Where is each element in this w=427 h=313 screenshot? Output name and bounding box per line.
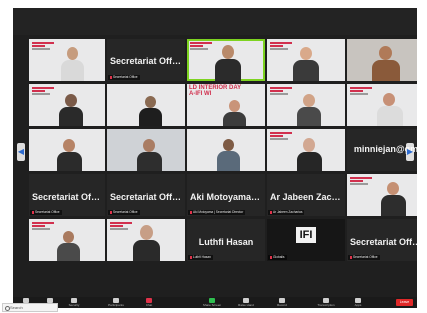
participant-tile[interactable]: Aki Motoyama |... Aki Motoyama | Secreta… <box>187 174 265 216</box>
event-logo <box>190 42 212 52</box>
event-logo <box>32 87 54 97</box>
participant-label: Globalis <box>268 255 287 260</box>
mic-muted-icon <box>110 75 112 79</box>
participant-tile[interactable] <box>347 174 417 216</box>
participant-tile[interactable] <box>107 84 185 126</box>
participant-tile[interactable] <box>267 39 345 81</box>
mic-muted-icon <box>32 210 34 214</box>
taskbar-search[interactable]: Search <box>2 303 58 312</box>
participant-tile[interactable]: Luthfi Hasan Luthfi Hasan <box>187 219 265 261</box>
event-banner: LD INTERIOR DAY A-IFI WI <box>189 85 242 97</box>
participant-name: Ar Jabeen Zach... <box>270 192 345 202</box>
participant-label: Secretariat Office <box>348 255 380 260</box>
event-logo <box>270 87 292 97</box>
participant-tile[interactable]: IFI Globalis <box>267 219 345 261</box>
participant-tile[interactable] <box>187 129 265 171</box>
participant-tile[interactable]: Secretariat Office Secretariat Office <box>29 174 105 216</box>
raise-hand-button[interactable]: Raise Hand <box>235 297 257 308</box>
event-logo <box>32 222 54 232</box>
search-icon <box>5 306 10 311</box>
share-screen-button[interactable]: Share Screen <box>201 297 223 308</box>
next-page-button[interactable]: ▶ <box>406 143 414 161</box>
participant-name: Secretariat Office <box>350 237 417 247</box>
ifi-logo: IFI <box>296 227 316 243</box>
participant-tile[interactable]: Secretariat Office Secretariat Office <box>107 174 185 216</box>
participant-tile[interactable] <box>347 84 417 126</box>
participant-tile-active-speaker[interactable] <box>187 39 265 81</box>
participant-label: Aki Motoyama | Secretariat Director <box>188 210 246 215</box>
participant-label: Secretariat Office <box>108 75 140 80</box>
event-logo <box>350 177 372 187</box>
participant-name: Secretariat Office <box>110 56 185 66</box>
participant-tile[interactable] <box>107 219 185 261</box>
mic-muted-icon <box>190 255 192 259</box>
mic-muted-icon <box>270 210 272 214</box>
participant-label: Ar Jabeen Zacharias <box>268 210 305 215</box>
participant-tile[interactable] <box>267 84 345 126</box>
participant-label: Secretariat Office <box>108 210 140 215</box>
participant-tile[interactable] <box>29 219 105 261</box>
security-button[interactable]: Security <box>63 297 85 308</box>
participant-name: Luthfi Hasan <box>198 237 254 247</box>
mic-muted-icon <box>190 210 192 214</box>
participant-name: Secretariat Office <box>110 192 185 202</box>
participant-tile[interactable]: Ar Jabeen Zach... Ar Jabeen Zacharias <box>267 174 345 216</box>
meeting-toolbar: Mute Start Video Security Participants C… <box>13 297 417 308</box>
event-logo <box>110 222 132 232</box>
participant-tile[interactable] <box>29 84 105 126</box>
gallery-view: Secretariat Office Secretariat Office LD… <box>13 8 417 308</box>
zoom-meeting-window: Secretariat Office Secretariat Office LD… <box>13 8 417 308</box>
chat-button[interactable]: Chat <box>138 297 160 308</box>
participant-tile[interactable] <box>267 129 345 171</box>
participant-name: Aki Motoyama |... <box>190 192 264 202</box>
participant-tile[interactable]: LD INTERIOR DAY A-IFI WI <box>187 84 265 126</box>
participant-label: Luthfi Hasan <box>188 255 213 260</box>
mic-muted-icon <box>350 255 352 259</box>
event-logo <box>32 42 54 52</box>
event-logo <box>270 42 292 52</box>
participant-tile[interactable]: Secretariat Office Secretariat Office <box>107 39 185 81</box>
participant-name: Secretariat Office <box>32 192 105 202</box>
record-button[interactable]: Record <box>271 297 293 308</box>
mic-muted-icon <box>270 255 272 259</box>
participant-tile[interactable] <box>29 39 105 81</box>
event-logo <box>350 87 372 97</box>
participant-tile[interactable]: Secretariat Office Secretariat Office <box>347 219 417 261</box>
transcription-button[interactable]: Transcription <box>315 297 337 308</box>
participant-label: Secretariat Office <box>30 210 62 215</box>
apps-button[interactable]: Apps <box>347 297 369 308</box>
participant-tile[interactable] <box>347 39 417 81</box>
mic-muted-icon <box>110 210 112 214</box>
leave-button[interactable]: Leave <box>396 299 413 306</box>
participant-tile[interactable] <box>107 129 185 171</box>
participants-button[interactable]: Participants <box>105 297 127 308</box>
participant-tile[interactable] <box>29 129 105 171</box>
previous-page-button[interactable]: ◀ <box>17 143 25 161</box>
event-logo <box>270 132 292 142</box>
